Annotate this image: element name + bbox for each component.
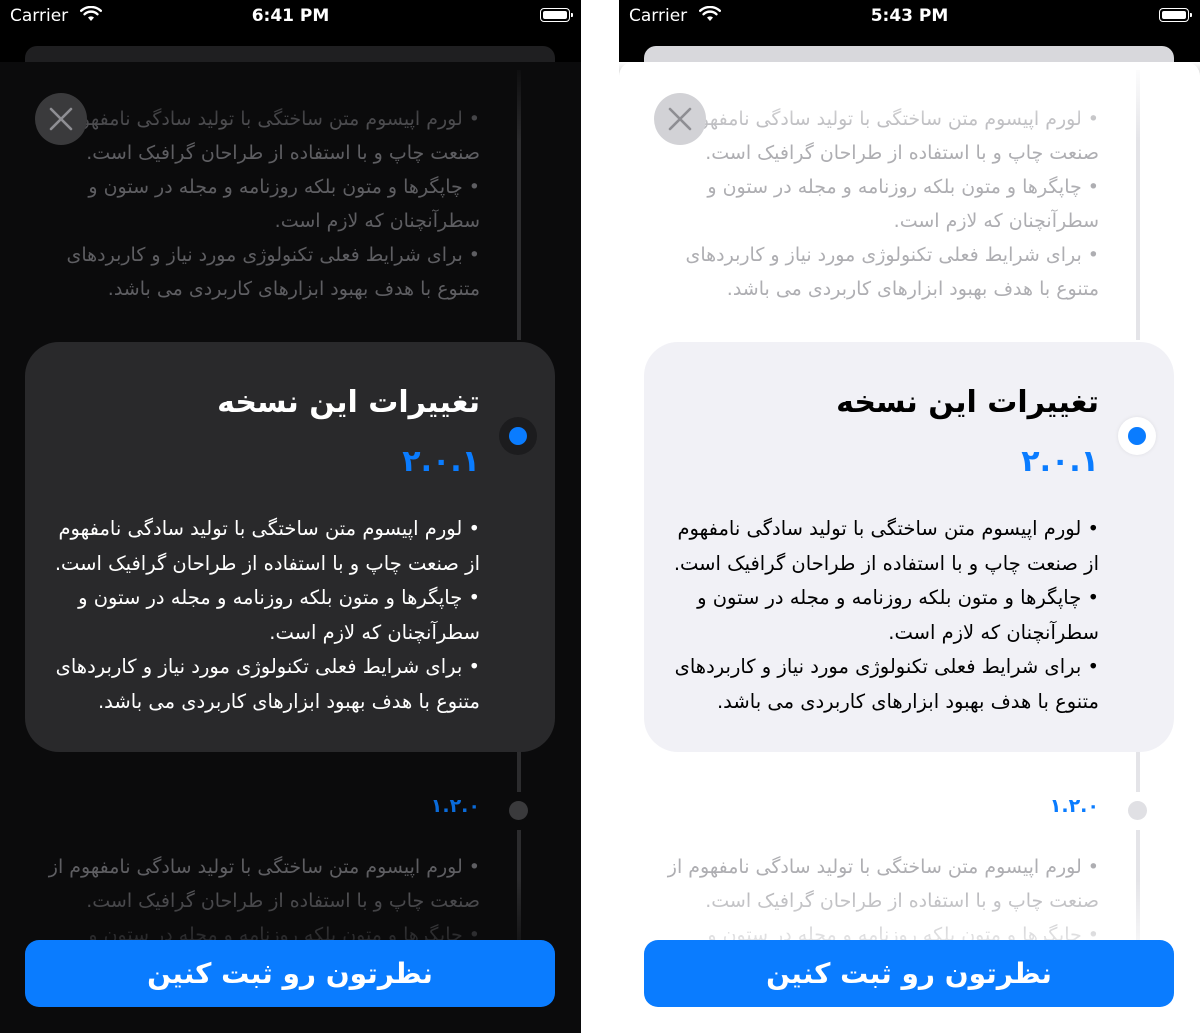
submit-feedback-button[interactable]: نظرتون رو ثبت کنین xyxy=(25,940,555,1007)
close-button[interactable] xyxy=(35,93,87,145)
phone-screen-light: • لورم اپیسوم متن ساختگی با تولید سادگی … xyxy=(619,0,1200,1033)
clock: 5:43 PM xyxy=(870,6,949,26)
timeline-line xyxy=(1136,752,1140,792)
close-button[interactable] xyxy=(654,93,706,145)
timeline-dot-current xyxy=(499,417,537,455)
phone-screen-dark: • لورم اپیسوم متن ساختگی با تولید سادگی … xyxy=(0,0,581,1033)
card-title: تغییرات این نسخه xyxy=(217,385,480,420)
card-title: تغییرات این نسخه xyxy=(836,385,1099,420)
card-version: ۲.۰.۱ xyxy=(1021,444,1099,479)
close-icon xyxy=(668,107,692,131)
card-notes: • لورم اپیسوم متن ساختگی با تولید سادگی … xyxy=(673,517,1099,713)
old-version-label: ۱.۲.۰ xyxy=(1049,795,1099,817)
top-fade xyxy=(0,62,581,142)
status-bar: Carrier 6:41 PM xyxy=(0,0,581,36)
card-version: ۲.۰.۱ xyxy=(402,444,480,479)
timeline-dot xyxy=(509,801,528,820)
battery-icon xyxy=(540,8,573,22)
submit-feedback-button[interactable]: نظرتون رو ثبت کنین xyxy=(644,940,1174,1007)
timeline-line xyxy=(517,752,521,792)
top-fade xyxy=(619,62,1200,142)
clock: 6:41 PM xyxy=(251,6,330,26)
battery-icon xyxy=(1159,8,1192,22)
timeline-dot-current xyxy=(1118,417,1156,455)
timeline-dot xyxy=(1128,801,1147,820)
old-version-label: ۱.۲.۰ xyxy=(430,795,480,817)
close-icon xyxy=(49,107,73,131)
status-bar: Carrier 5:43 PM xyxy=(619,0,1200,36)
card-notes: • لورم اپیسوم متن ساختگی با تولید سادگی … xyxy=(54,517,480,713)
